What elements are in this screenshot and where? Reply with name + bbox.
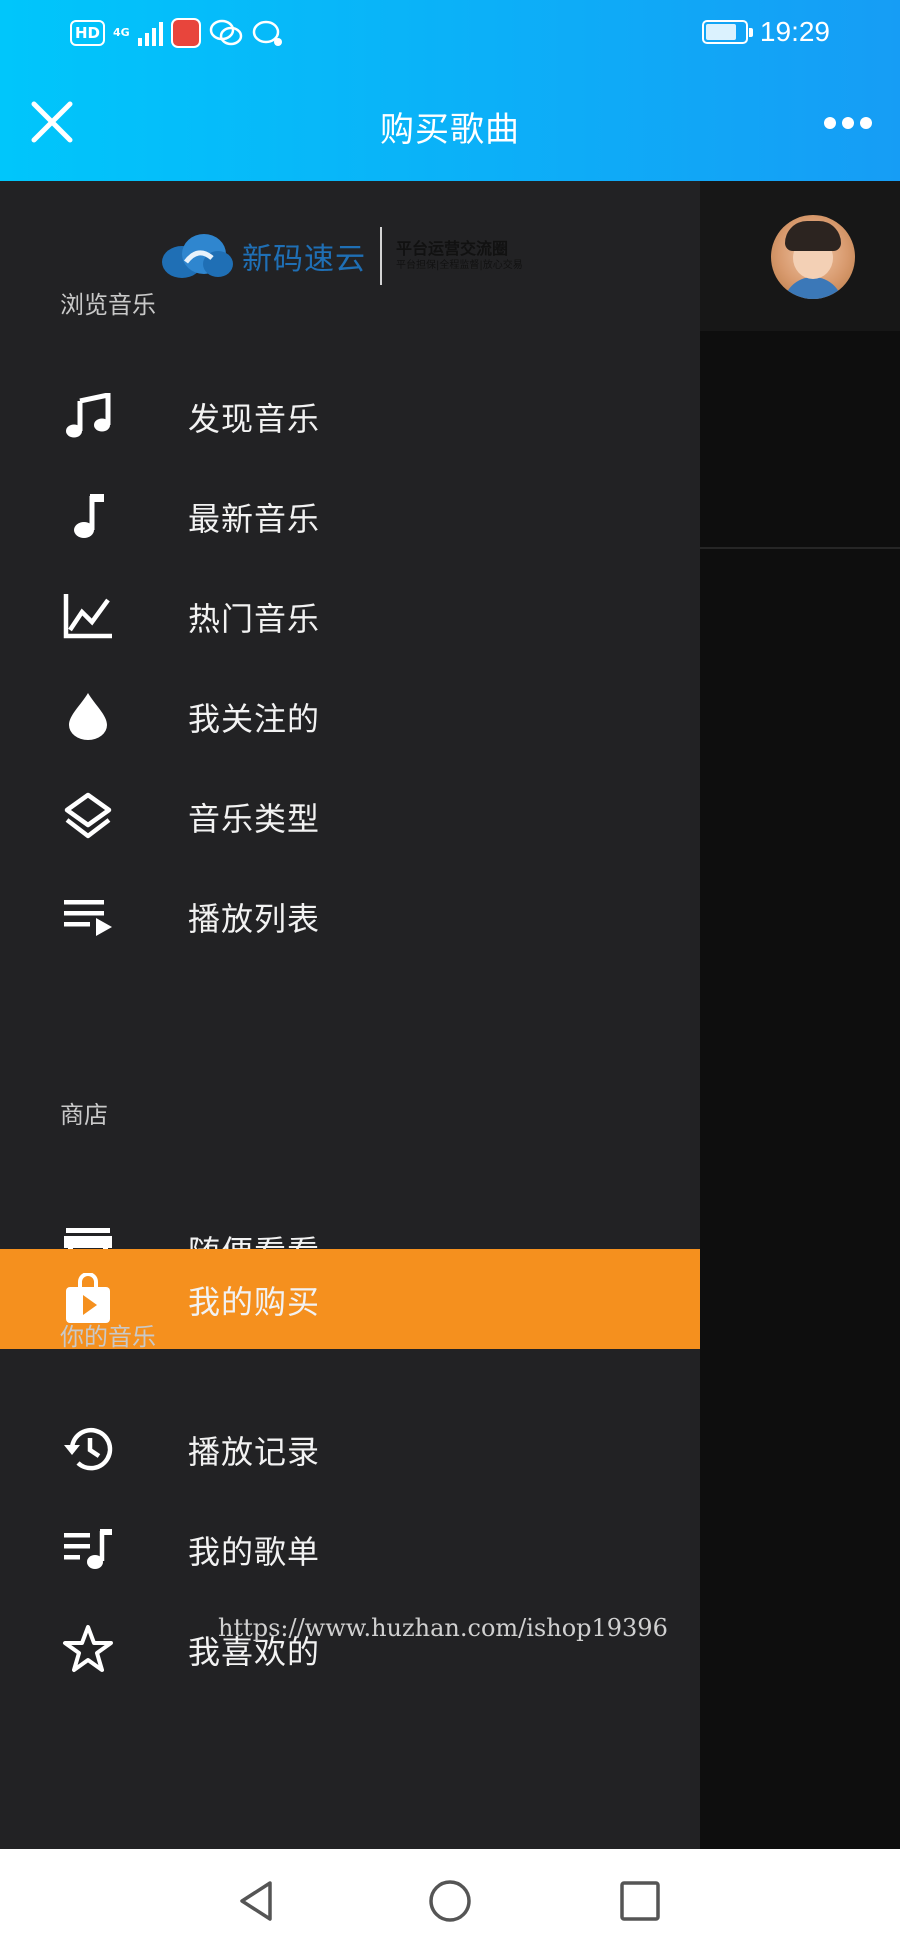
navigation-drawer: 新码速云 平台运营交流圈 平台担保|全程监督|放心交易 浏览音乐 发现音乐 最新… (0, 181, 700, 1849)
network-type: 4G (113, 27, 130, 39)
user-avatar[interactable] (771, 215, 855, 299)
logo-tagline-2: 平台担保|全程监督|放心交易 (396, 260, 523, 271)
app-notification-icon (170, 18, 201, 48)
star-outline-icon (62, 1624, 114, 1674)
nav-recents-button[interactable] (612, 1873, 668, 1929)
menu-label: 播放列表 (188, 900, 321, 938)
menu-item-music-types[interactable]: 音乐类型 (0, 766, 700, 866)
logo-text: 新码速云 (242, 242, 366, 277)
menu-label: 音乐类型 (188, 800, 321, 838)
cloud-logo-icon (162, 234, 233, 278)
system-navigation-bar (0, 1849, 900, 1950)
status-icons-right: 19:29 (701, 16, 830, 48)
battery-icon (701, 20, 753, 44)
logo-tagline-1: 平台运营交流圈 (396, 239, 509, 258)
nav-home-button[interactable] (422, 1873, 478, 1929)
status-bar: HD 4G 19:29 (0, 0, 900, 68)
menu-item-hot-music[interactable]: 热门音乐 (0, 566, 700, 666)
signal-icon (137, 20, 163, 46)
menu-item-play-history[interactable]: 播放记录 (0, 1399, 700, 1499)
history-icon (62, 1424, 114, 1474)
menu-item-my-playlists[interactable]: 我的歌单 (0, 1499, 700, 1599)
more-horizontal-icon (824, 117, 836, 129)
logo-separator (380, 227, 382, 285)
menu-label: 最新音乐 (188, 500, 321, 538)
drop-icon (62, 691, 114, 741)
trending-chart-icon (62, 591, 114, 641)
logo-tagline: 平台运营交流圈 平台担保|全程监督|放心交易 (396, 239, 523, 273)
menu-label: 播放记录 (188, 1433, 321, 1471)
section-title-browse: 浏览音乐 (60, 291, 156, 319)
menu-label: 我的歌单 (188, 1533, 321, 1571)
section-title-store: 商店 (60, 1101, 108, 1129)
music-notes-icon (62, 391, 114, 441)
app-bar: 购买歌曲 (0, 68, 900, 181)
menu-item-discover-music[interactable]: 发现音乐 (0, 366, 700, 466)
menu-item-latest-music[interactable]: 最新音乐 (0, 466, 700, 566)
nav-home-icon (429, 1880, 471, 1922)
page-title: 购买歌曲 (380, 110, 520, 150)
nav-back-icon (240, 1881, 272, 1921)
menu-label: 我的购买 (188, 1283, 321, 1321)
hd-badge: HD (70, 20, 106, 46)
more-options-button[interactable] (818, 98, 878, 148)
section-title-your-music: 你的音乐 (60, 1323, 156, 1351)
wechat-icon (209, 19, 242, 46)
menu-item-playlist[interactable]: 播放列表 (0, 866, 700, 966)
menu-label: 发现音乐 (188, 400, 321, 438)
nav-recents-icon (620, 1881, 660, 1921)
network-label: 4G (113, 26, 130, 39)
menu-label: 我关注的 (188, 700, 321, 738)
status-icons-left: HD 4G (70, 18, 285, 48)
playlist-play-icon (62, 891, 114, 941)
top-bar: HD 4G 19:29 购买歌曲 (0, 0, 900, 181)
layers-icon (62, 791, 114, 841)
chat-bubble-icon (252, 20, 282, 46)
music-note-icon (62, 491, 114, 541)
content-divider (700, 547, 900, 549)
menu-label: 热门音乐 (188, 600, 321, 638)
brand-logo: 新码速云 平台运营交流圈 平台担保|全程监督|放心交易 (160, 225, 530, 287)
menu-item-following[interactable]: 我关注的 (0, 666, 700, 766)
nav-back-button[interactable] (230, 1873, 286, 1929)
watermark-url: https://www.huzhan.com/ishop19396 (218, 1614, 668, 1642)
queue-music-icon (62, 1524, 114, 1574)
status-time: 19:29 (759, 16, 830, 47)
